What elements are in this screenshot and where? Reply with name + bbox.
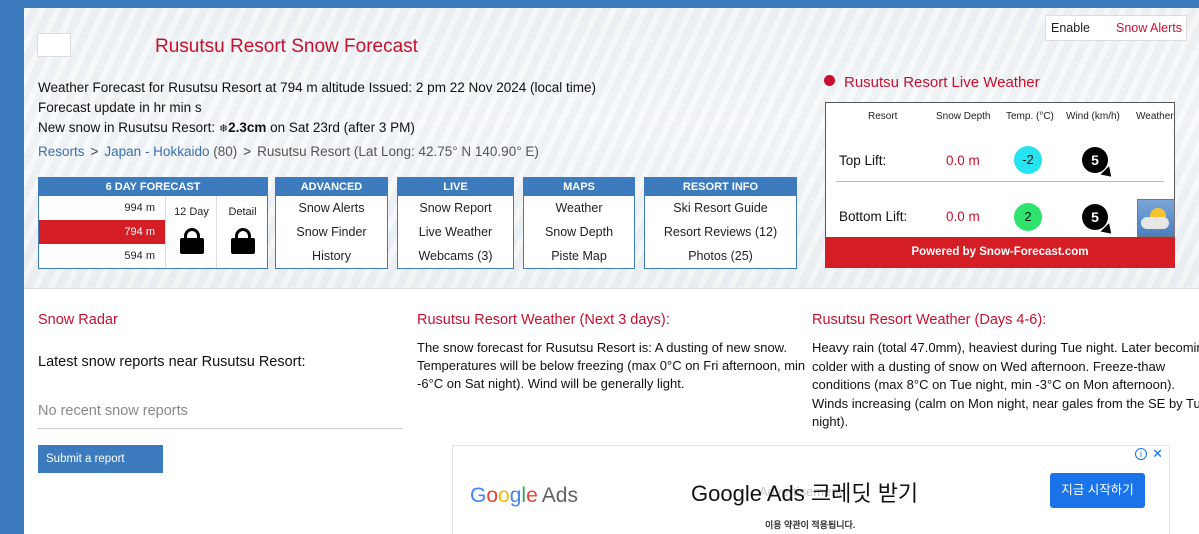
page: Rusutsu Resort Snow Forecast Enable Snow… <box>24 8 1199 534</box>
breadcrumb-resorts[interactable]: Resorts <box>38 144 85 159</box>
menu-history[interactable]: History <box>276 244 387 268</box>
elevation-top[interactable]: 994 m <box>39 196 165 220</box>
next3-title: Rusutsu Resort Weather (Next 3 days): <box>417 312 670 328</box>
google-ads-logo: Google Ads <box>470 484 578 507</box>
resort-info-panel-title: RESORT INFO <box>645 178 796 196</box>
snowflake-icon: ❄ <box>218 123 229 135</box>
new-snow-line: New snow in Rusutsu Resort: ❄2.3cm on Sa… <box>38 120 415 135</box>
maps-panel: MAPS Weather Snow Depth Piste Map <box>523 177 635 269</box>
menu-weather-map[interactable]: Weather <box>524 196 634 220</box>
ad-cta-button[interactable]: 지금 시작하기 <box>1050 473 1145 508</box>
enable-label: Enable <box>1051 21 1090 35</box>
menu-snow-finder[interactable]: Snow Finder <box>276 220 387 244</box>
col-wind: Wind (km/h) <box>1066 111 1120 122</box>
menu-live-weather[interactable]: Live Weather <box>398 220 513 244</box>
resort-info-panel: RESORT INFO Ski Resort Guide Resort Revi… <box>644 177 797 269</box>
menu-resort-reviews[interactable]: Resort Reviews (12) <box>645 220 796 244</box>
menu-snow-alerts[interactable]: Snow Alerts <box>276 196 387 220</box>
menu-photos[interactable]: Photos (25) <box>645 244 796 268</box>
top-lift-depth: 0.0 m <box>946 153 980 168</box>
menu-snow-report[interactable]: Snow Report <box>398 196 513 220</box>
menu-ski-resort-guide[interactable]: Ski Resort Guide <box>645 196 796 220</box>
bottom-lift-depth: 0.0 m <box>946 209 980 224</box>
no-recent-reports: No recent snow reports <box>38 403 188 419</box>
maps-panel-title: MAPS <box>524 178 634 196</box>
ad-info-icon[interactable]: i <box>1135 448 1147 460</box>
forecast-panel-title: 6 DAY FORECAST <box>39 178 267 196</box>
bottom-lift-temp: 2 <box>1014 203 1042 231</box>
row-divider <box>836 181 1164 182</box>
page-title: Rusutsu Resort Snow Forecast <box>155 36 418 57</box>
reports-divider <box>38 428 403 429</box>
days46-text: Heavy rain (total 47.0mm), heaviest duri… <box>812 340 1199 429</box>
forecast-12day[interactable]: 12 Day <box>165 196 217 268</box>
powered-by-link[interactable]: Powered by Snow-Forecast.com <box>825 237 1175 268</box>
menu-webcams[interactable]: Webcams (3) <box>398 244 513 268</box>
elevation-mid[interactable]: 794 m <box>39 220 165 244</box>
breadcrumb: Resorts > Japan - Hokkaido (80) > Rusutsu Re… <box>38 144 539 159</box>
resort-logo[interactable] <box>37 33 71 57</box>
elevation-bottom[interactable]: 594 m <box>39 244 165 268</box>
top-lift-temp: -2 <box>1014 146 1042 174</box>
breadcrumb-region[interactable]: Japan - Hokkaido <box>104 144 209 159</box>
forecast-info: Weather Forecast for Rusutsu Resort at 7… <box>38 78 596 139</box>
ad-terms: 이용 약관이 적용됩니다. <box>765 520 856 530</box>
wind-arrow-icon <box>1100 223 1116 238</box>
menu-piste-map[interactable]: Piste Map <box>524 244 634 268</box>
top-lift-wind: 5 <box>1082 147 1116 181</box>
forecast-detail-label: Detail <box>228 206 257 218</box>
live-panel-title: LIVE <box>398 178 513 196</box>
forecast-panel: 6 DAY FORECAST 994 m 794 m 594 m 12 Day … <box>38 177 268 269</box>
top-lift-label: Top Lift: <box>839 153 887 168</box>
breadcrumb-current: Rusutsu Resort (Lat Long: 42.75° N 140.9… <box>257 144 539 159</box>
live-weather-title[interactable]: Rusutsu Resort Live Weather <box>824 74 1040 91</box>
live-panel: LIVE Snow Report Live Weather Webcams (3… <box>397 177 514 269</box>
snow-radar-title[interactable]: Snow Radar <box>38 312 118 328</box>
breadcrumb-sep: > <box>243 144 252 159</box>
forecast-detail[interactable]: Detail <box>216 196 268 268</box>
advanced-panel-title: ADVANCED <box>276 178 387 196</box>
breadcrumb-region-count: (80) <box>213 144 238 159</box>
col-resort: Resort <box>868 111 898 122</box>
lock-icon <box>180 228 204 254</box>
issued-line: Weather Forecast for Rusutsu Resort at 7… <box>38 80 597 95</box>
advanced-panel: ADVANCED Snow Alerts Snow Finder History <box>275 177 388 269</box>
bottom-lift-label: Bottom Lift: <box>839 209 908 224</box>
ad-close-icon[interactable]: ✕ <box>1152 446 1163 462</box>
live-weather-widget: Resort Snow Depth Temp. (°C) Wind (km/h)… <box>825 102 1175 268</box>
col-weather: Weather <box>1136 111 1174 122</box>
partly-cloudy-icon <box>1137 199 1175 237</box>
days46-title: Rusutsu Resort Weather (Days 4-6): <box>812 312 1047 328</box>
next3-text: The snow forecast for Rusutsu Resort is:… <box>417 340 806 391</box>
new-snow-amount: 2.3cm <box>228 120 267 135</box>
menu-snow-depth-map[interactable]: Snow Depth <box>524 220 634 244</box>
section-divider <box>24 288 1199 289</box>
forecast-12day-label: 12 Day <box>174 206 209 218</box>
bottom-lift-wind: 5 <box>1082 204 1116 238</box>
submit-report-button[interactable]: Submit a report <box>38 445 163 473</box>
latest-reports-heading: Latest snow reports near Rusutsu Resort: <box>38 354 306 370</box>
snow-alerts-box[interactable]: Enable Snow Alerts <box>1045 15 1187 41</box>
ad-headline[interactable]: Google Ads 크레딧 받기 <box>691 476 918 508</box>
snow-alerts-link[interactable]: Snow Alerts <box>1116 16 1182 40</box>
google-ad-banner[interactable]: Google Ads Advertisement Google Ads 크레딧 받… <box>452 445 1170 534</box>
col-snow-depth: Snow Depth <box>936 111 991 122</box>
update-line: Forecast update in hr min s <box>38 100 202 115</box>
lock-icon <box>231 228 255 254</box>
live-dot-icon <box>824 75 835 86</box>
col-temp: Temp. (°C) <box>1006 111 1054 122</box>
wind-arrow-icon <box>1100 166 1116 181</box>
breadcrumb-sep: > <box>90 144 99 159</box>
